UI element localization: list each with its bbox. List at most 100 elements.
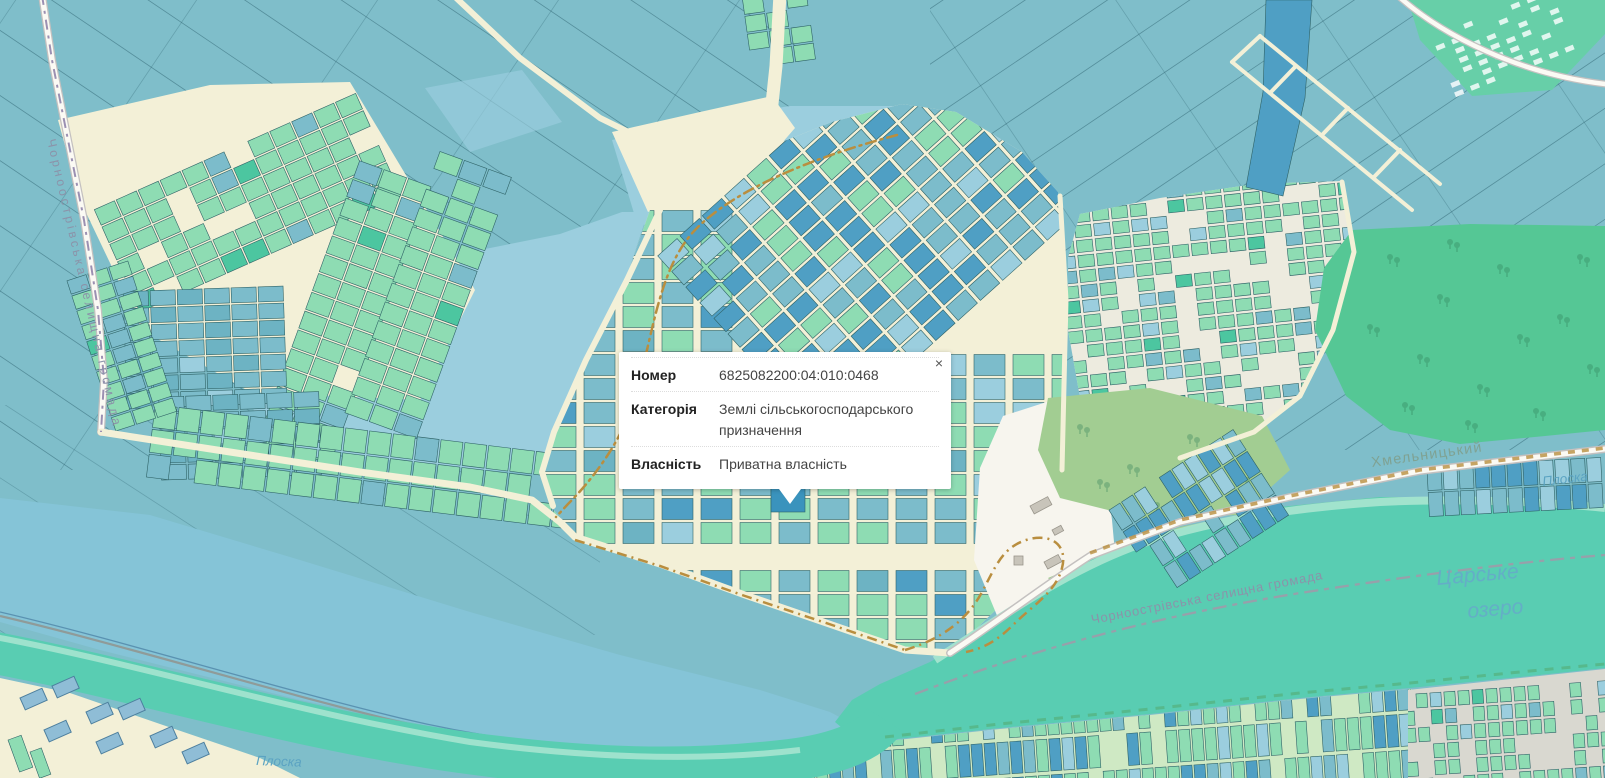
parcel[interactable] [662, 307, 693, 328]
parcel[interactable] [1418, 727, 1430, 742]
parcel[interactable] [1245, 387, 1262, 401]
parcel[interactable] [1079, 269, 1096, 283]
parcel[interactable] [265, 469, 290, 495]
parcel[interactable] [1259, 760, 1272, 778]
parcel[interactable] [1433, 743, 1445, 758]
parcel[interactable] [1218, 315, 1235, 329]
parcel[interactable] [432, 489, 457, 515]
parcel[interactable] [1117, 265, 1134, 279]
parcel[interactable] [1286, 232, 1303, 246]
parcel[interactable] [1205, 376, 1222, 390]
parcel[interactable] [1265, 219, 1282, 233]
parcel[interactable] [1238, 328, 1255, 342]
parcel[interactable] [1123, 325, 1140, 339]
parcel[interactable] [1306, 245, 1323, 259]
parcel[interactable] [1097, 252, 1114, 266]
parcel[interactable] [935, 499, 966, 520]
parcel[interactable] [1217, 726, 1230, 759]
parcel[interactable] [1064, 773, 1077, 778]
parcel[interactable] [1488, 722, 1500, 737]
parcel[interactable] [1229, 238, 1246, 252]
parcel[interactable] [1142, 323, 1159, 337]
parcel[interactable] [151, 324, 177, 340]
parcel[interactable] [1140, 732, 1153, 765]
parcel[interactable] [1150, 216, 1167, 230]
parcel[interactable] [1164, 350, 1181, 364]
parcel[interactable] [1129, 769, 1142, 778]
parcel[interactable] [1486, 688, 1498, 703]
parcel[interactable] [1191, 242, 1208, 256]
parcel[interactable] [391, 434, 416, 460]
parcel[interactable] [1152, 231, 1169, 245]
parcel[interactable] [1036, 739, 1049, 772]
parcel[interactable] [1103, 771, 1116, 778]
parcel[interactable] [1518, 754, 1530, 769]
parcel[interactable] [1190, 227, 1207, 241]
parcel[interactable] [1515, 703, 1527, 718]
parcel[interactable] [662, 523, 693, 544]
parcel[interactable] [1213, 270, 1230, 284]
parcel[interactable] [779, 571, 810, 592]
parcel[interactable] [1133, 233, 1150, 247]
parcel[interactable] [1487, 705, 1499, 720]
parcel[interactable] [1116, 250, 1133, 264]
parcel[interactable] [204, 288, 230, 304]
parcel[interactable] [242, 466, 267, 492]
parcel[interactable] [623, 307, 654, 328]
parcel[interactable] [1587, 732, 1599, 747]
parcel[interactable] [1122, 310, 1139, 324]
parcel[interactable] [1249, 251, 1266, 265]
parcel[interactable] [1599, 697, 1605, 712]
parcel[interactable] [701, 331, 732, 352]
parcel[interactable] [1220, 762, 1233, 778]
parcel[interactable] [1474, 723, 1486, 738]
parcel[interactable] [1407, 762, 1419, 777]
parcel[interactable] [343, 428, 368, 454]
parcel[interactable] [200, 410, 225, 436]
parcel[interactable] [1205, 195, 1222, 209]
parcel[interactable] [1127, 354, 1144, 368]
parcel[interactable] [896, 595, 927, 616]
parcel[interactable] [584, 403, 615, 424]
parcel[interactable] [1207, 763, 1220, 778]
parcel[interactable] [176, 408, 201, 434]
parcel[interactable] [1489, 739, 1501, 754]
parcel[interactable] [367, 431, 392, 457]
parcel[interactable] [1215, 285, 1232, 299]
parcel[interactable] [745, 14, 767, 33]
parcel[interactable] [1076, 239, 1093, 253]
parcel[interactable] [818, 523, 849, 544]
parcel[interactable] [857, 499, 888, 520]
parcel[interactable] [919, 747, 932, 778]
parcel[interactable] [1574, 750, 1586, 765]
parcel[interactable] [1516, 720, 1528, 735]
parcel[interactable] [289, 472, 314, 498]
parcel[interactable] [1178, 729, 1191, 762]
parcel[interactable] [1112, 220, 1129, 234]
parcel[interactable] [1573, 733, 1585, 748]
parcel[interactable] [1204, 361, 1221, 375]
parcel[interactable] [1194, 272, 1211, 286]
parcel[interactable] [218, 463, 243, 489]
parcel[interactable] [1088, 736, 1101, 769]
popup-close-button[interactable]: × [935, 356, 943, 370]
parcel[interactable] [1127, 733, 1140, 766]
parcel[interactable] [1081, 284, 1098, 298]
parcel[interactable] [818, 499, 849, 520]
parcel[interactable] [415, 437, 440, 463]
parcel[interactable] [1062, 737, 1075, 770]
parcel[interactable] [1263, 385, 1280, 399]
parcel[interactable] [1503, 738, 1515, 753]
parcel[interactable] [260, 337, 286, 353]
parcel[interactable] [361, 481, 386, 507]
parcel[interactable] [1285, 758, 1298, 778]
parcel[interactable] [1269, 723, 1282, 756]
parcel[interactable] [248, 416, 273, 442]
parcel[interactable] [1207, 210, 1224, 224]
parcel[interactable] [1428, 492, 1443, 517]
parcel[interactable] [1175, 274, 1192, 288]
parcel[interactable] [178, 323, 204, 339]
parcel[interactable] [1111, 205, 1128, 219]
parcel[interactable] [623, 283, 654, 304]
parcel[interactable] [701, 523, 732, 544]
